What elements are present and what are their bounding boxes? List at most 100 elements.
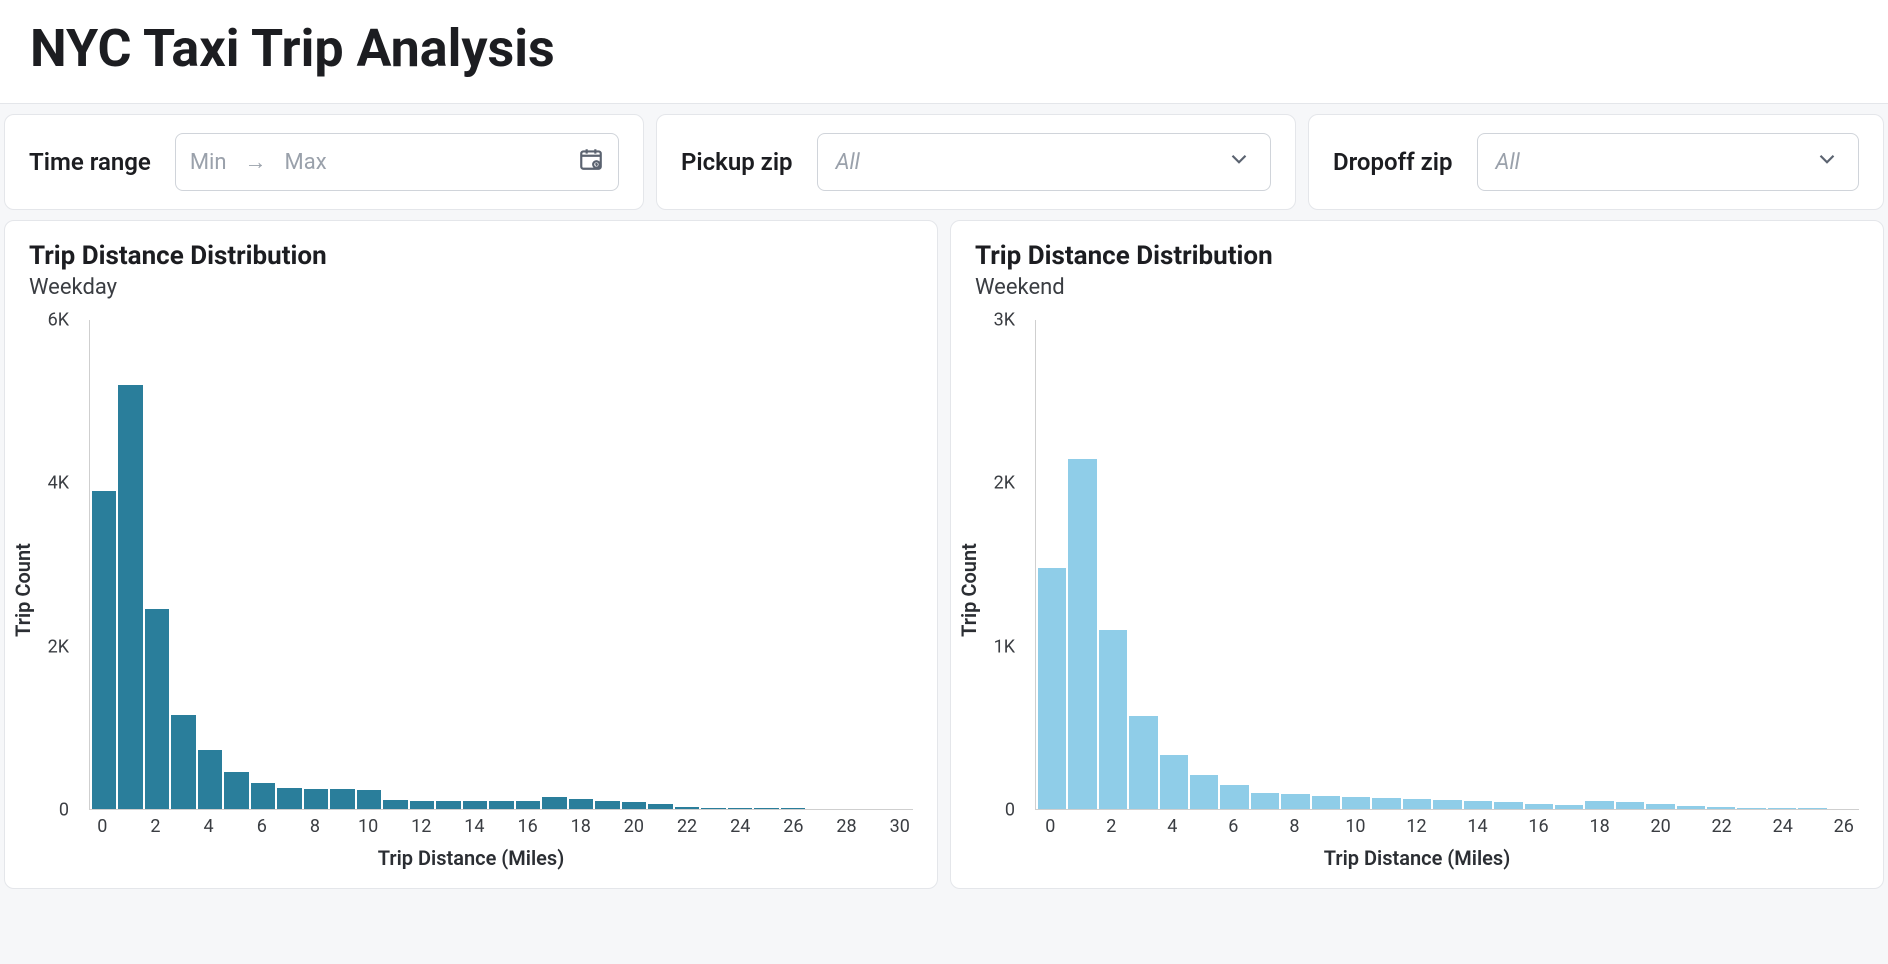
x-tick: 10 (358, 816, 378, 837)
chart-title: Trip Distance Distribution (29, 241, 913, 271)
chart-bar[interactable] (728, 808, 752, 809)
dropoff-zip-select[interactable]: All (1477, 133, 1859, 191)
plot-area[interactable] (89, 320, 913, 810)
x-axis-ticks: 024681012141618202224262830 (89, 816, 913, 840)
chart-bar[interactable] (1616, 802, 1644, 809)
chart-bar[interactable] (1038, 568, 1066, 809)
chart-weekend-plot: Trip Count 01K2K3K 024681012141618202224… (975, 310, 1859, 870)
chart-bar[interactable] (675, 807, 699, 809)
chart-bar[interactable] (1768, 808, 1796, 809)
page-title: NYC Taxi Trip Analysis (0, 0, 1888, 104)
y-tick: 3K (994, 310, 1015, 331)
x-tick: 24 (730, 816, 750, 837)
chart-bar[interactable] (277, 788, 301, 809)
chart-bar[interactable] (1312, 796, 1340, 809)
chart-weekday-plot: Trip Count 02K4K6K 024681012141618202224… (29, 310, 913, 870)
x-tick: 8 (1289, 816, 1299, 837)
chart-bar[interactable] (1494, 802, 1522, 809)
chart-bar[interactable] (118, 385, 142, 809)
plot-area[interactable] (1035, 320, 1859, 810)
chart-bar[interactable] (754, 808, 778, 809)
x-tick: 26 (783, 816, 803, 837)
dropoff-zip-placeholder: All (1496, 150, 1520, 175)
chart-bar[interactable] (1646, 804, 1674, 809)
chart-bar[interactable] (383, 800, 407, 809)
chart-bar[interactable] (1798, 808, 1826, 809)
x-tick: 0 (97, 816, 107, 837)
x-tick: 18 (1589, 816, 1609, 837)
y-tick: 2K (48, 636, 69, 657)
chart-subtitle: Weekday (29, 275, 913, 300)
x-tick: 4 (204, 816, 214, 837)
x-tick: 14 (1467, 816, 1487, 837)
chart-bar[interactable] (357, 790, 381, 809)
y-tick: 6K (48, 310, 69, 331)
time-range-label: Time range (29, 148, 151, 176)
x-tick: 2 (1106, 816, 1116, 837)
chart-bar[interactable] (569, 799, 593, 809)
chevron-down-icon (1814, 146, 1840, 178)
chart-bar[interactable] (1160, 755, 1188, 809)
chart-bar[interactable] (436, 801, 460, 809)
chart-bar[interactable] (701, 808, 725, 809)
x-tick: 20 (1651, 816, 1671, 837)
x-tick: 12 (411, 816, 431, 837)
chart-bar[interactable] (1707, 807, 1735, 809)
chart-bar[interactable] (330, 789, 354, 809)
x-tick: 16 (1528, 816, 1548, 837)
chart-bar[interactable] (92, 491, 116, 809)
chart-bar[interactable] (1220, 785, 1248, 809)
pickup-zip-select[interactable]: All (817, 133, 1271, 191)
time-range-min-placeholder: Min (190, 150, 227, 175)
chart-bar[interactable] (410, 801, 434, 809)
x-tick: 12 (1406, 816, 1426, 837)
chart-bar[interactable] (595, 801, 619, 809)
chart-bar[interactable] (1281, 794, 1309, 809)
chart-bar[interactable] (251, 783, 275, 809)
y-axis-ticks: 01K2K3K (975, 320, 1025, 810)
chart-bar[interactable] (304, 789, 328, 809)
chart-bar[interactable] (1372, 798, 1400, 809)
chart-bar[interactable] (489, 801, 513, 809)
x-axis-label: Trip Distance (Miles) (1324, 846, 1510, 870)
chart-bar[interactable] (1251, 793, 1279, 809)
chart-bar[interactable] (1677, 806, 1705, 809)
chart-bar[interactable] (1403, 799, 1431, 809)
chart-subtitle: Weekend (975, 275, 1859, 300)
x-tick: 22 (677, 816, 697, 837)
x-tick: 6 (257, 816, 267, 837)
chart-bar[interactable] (145, 609, 169, 809)
y-tick: 0 (1005, 800, 1015, 821)
chart-bar[interactable] (516, 801, 540, 809)
filter-time-range: Time range Min → Max (4, 114, 644, 210)
chart-bar[interactable] (1737, 808, 1765, 809)
time-range-input[interactable]: Min → Max (175, 133, 619, 191)
chart-bar[interactable] (1433, 800, 1461, 809)
chart-bar[interactable] (1068, 459, 1096, 809)
chart-bar[interactable] (198, 750, 222, 809)
chart-bar[interactable] (1464, 801, 1492, 809)
chart-bar[interactable] (1099, 630, 1127, 809)
chart-title: Trip Distance Distribution (975, 241, 1859, 271)
x-tick: 24 (1773, 816, 1793, 837)
x-tick: 20 (624, 816, 644, 837)
chart-bar[interactable] (1555, 805, 1583, 809)
chart-bar[interactable] (1342, 797, 1370, 809)
x-axis-ticks: 02468101214161820222426 (1035, 816, 1859, 840)
calendar-icon[interactable] (578, 146, 604, 178)
chart-bar[interactable] (1525, 804, 1553, 809)
chart-bar[interactable] (622, 802, 646, 809)
chart-bar[interactable] (224, 772, 248, 809)
chart-bar[interactable] (542, 797, 566, 809)
chart-bar[interactable] (648, 804, 672, 809)
chart-bar[interactable] (1585, 801, 1613, 809)
chart-bar[interactable] (1129, 716, 1157, 809)
chart-bar[interactable] (1190, 775, 1218, 809)
x-tick: 30 (890, 816, 910, 837)
x-tick: 4 (1167, 816, 1177, 837)
chart-bar[interactable] (463, 801, 487, 809)
chart-bar[interactable] (781, 808, 805, 809)
x-tick: 14 (464, 816, 484, 837)
x-tick: 16 (517, 816, 537, 837)
chart-bar[interactable] (171, 715, 195, 809)
